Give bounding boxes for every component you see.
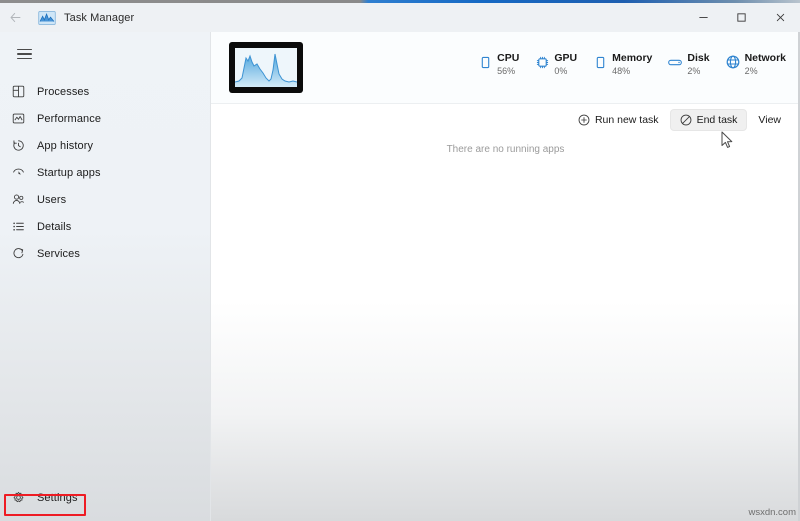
details-icon <box>7 219 29 235</box>
sidebar-item-settings[interactable]: Settings <box>0 485 211 510</box>
sidebar-item-startup-apps[interactable]: Startup apps <box>0 159 210 186</box>
performance-header: CPU 56% GPU 0% Memory 48% Disk 2% Networ… <box>211 32 800 104</box>
sidebar-item-details[interactable]: Details <box>0 213 210 240</box>
cpu-icon <box>478 55 492 69</box>
hamburger-menu-button[interactable] <box>4 36 44 72</box>
gear-icon <box>7 490 29 506</box>
minimize-icon <box>698 17 708 18</box>
services-icon <box>7 246 29 262</box>
stat-label: GPU <box>554 52 578 64</box>
startup-apps-icon <box>7 165 29 181</box>
action-toolbar: Run new task End task View <box>211 104 800 135</box>
back-button[interactable] <box>0 3 30 32</box>
task-manager-icon <box>38 10 56 25</box>
close-button[interactable] <box>760 3 800 32</box>
content-panel: CPU 56% GPU 0% Memory 48% Disk 2% Networ… <box>211 32 800 521</box>
stat-value: 48% <box>612 66 631 76</box>
performance-graph-thumbnail[interactable] <box>229 42 303 93</box>
sidebar-item-label: Details <box>37 220 72 233</box>
block-circle-icon <box>680 114 692 126</box>
stat-value: 2% <box>687 66 701 76</box>
sidebar: Processes Performance App history Startu… <box>0 32 211 521</box>
view-label: View <box>758 113 781 126</box>
sidebar-item-performance[interactable]: Performance <box>0 105 210 132</box>
run-new-task-button[interactable]: Run new task <box>569 109 668 131</box>
gpu-icon <box>535 55 549 69</box>
stat-label: Memory <box>612 52 653 64</box>
maximize-button[interactable] <box>722 3 760 32</box>
network-icon <box>726 55 740 69</box>
sidebar-item-label: App history <box>37 139 94 152</box>
window-title: Task Manager <box>64 11 135 24</box>
sidebar-item-label: Performance <box>37 112 102 125</box>
minimize-button[interactable] <box>684 3 722 32</box>
stat-value: 56% <box>497 66 516 76</box>
close-icon <box>776 13 784 22</box>
end-task-button[interactable]: End task <box>669 108 748 131</box>
empty-state-message: There are no running apps <box>446 144 565 155</box>
sidebar-item-label: Startup apps <box>37 166 101 179</box>
title-bar: Task Manager <box>0 3 800 32</box>
performance-icon <box>7 111 29 127</box>
system-stats: CPU 56% GPU 0% Memory 48% Disk 2% Networ… <box>478 52 786 77</box>
end-task-label: End task <box>696 113 738 126</box>
processes-icon <box>7 84 29 100</box>
stat-value: 2% <box>744 66 758 76</box>
stat-memory[interactable]: Memory 48% <box>593 52 652 77</box>
stat-network[interactable]: Network 2% <box>726 52 786 77</box>
hamburger-icon <box>16 46 32 62</box>
watermark: wsxdn.com <box>748 507 796 518</box>
app-history-icon <box>7 138 29 154</box>
stat-value: 0% <box>554 66 568 76</box>
stat-cpu[interactable]: CPU 56% <box>478 52 519 77</box>
stat-gpu[interactable]: GPU 0% <box>535 52 577 77</box>
users-icon <box>7 192 29 208</box>
view-button[interactable]: View <box>749 109 790 131</box>
stat-label: CPU <box>497 52 520 64</box>
maximize-icon <box>736 13 746 22</box>
window-controls <box>684 3 800 32</box>
sidebar-item-label: Services <box>37 247 80 260</box>
sidebar-item-label: Processes <box>37 85 90 98</box>
stat-label: Disk <box>687 52 710 64</box>
memory-icon <box>593 55 607 69</box>
back-arrow-icon <box>10 12 20 23</box>
sidebar-item-label: Settings <box>37 491 78 504</box>
disk-icon <box>668 55 683 69</box>
sidebar-item-processes[interactable]: Processes <box>0 78 210 105</box>
sidebar-item-users[interactable]: Users <box>0 186 210 213</box>
plus-circle-icon <box>578 114 590 126</box>
sidebar-item-app-history[interactable]: App history <box>0 132 210 159</box>
stat-label: Network <box>744 52 786 64</box>
task-manager-window: Task Manager Processes Performance App h… <box>0 0 800 521</box>
stat-disk[interactable]: Disk 2% <box>668 52 710 77</box>
sidebar-nav-list: Processes Performance App history Startu… <box>0 78 210 267</box>
sidebar-item-services[interactable]: Services <box>0 240 210 267</box>
run-new-task-label: Run new task <box>594 113 659 126</box>
thumbnail-inner <box>235 48 297 87</box>
cpu-usage-graph <box>235 53 297 87</box>
sidebar-item-label: Users <box>37 193 67 206</box>
